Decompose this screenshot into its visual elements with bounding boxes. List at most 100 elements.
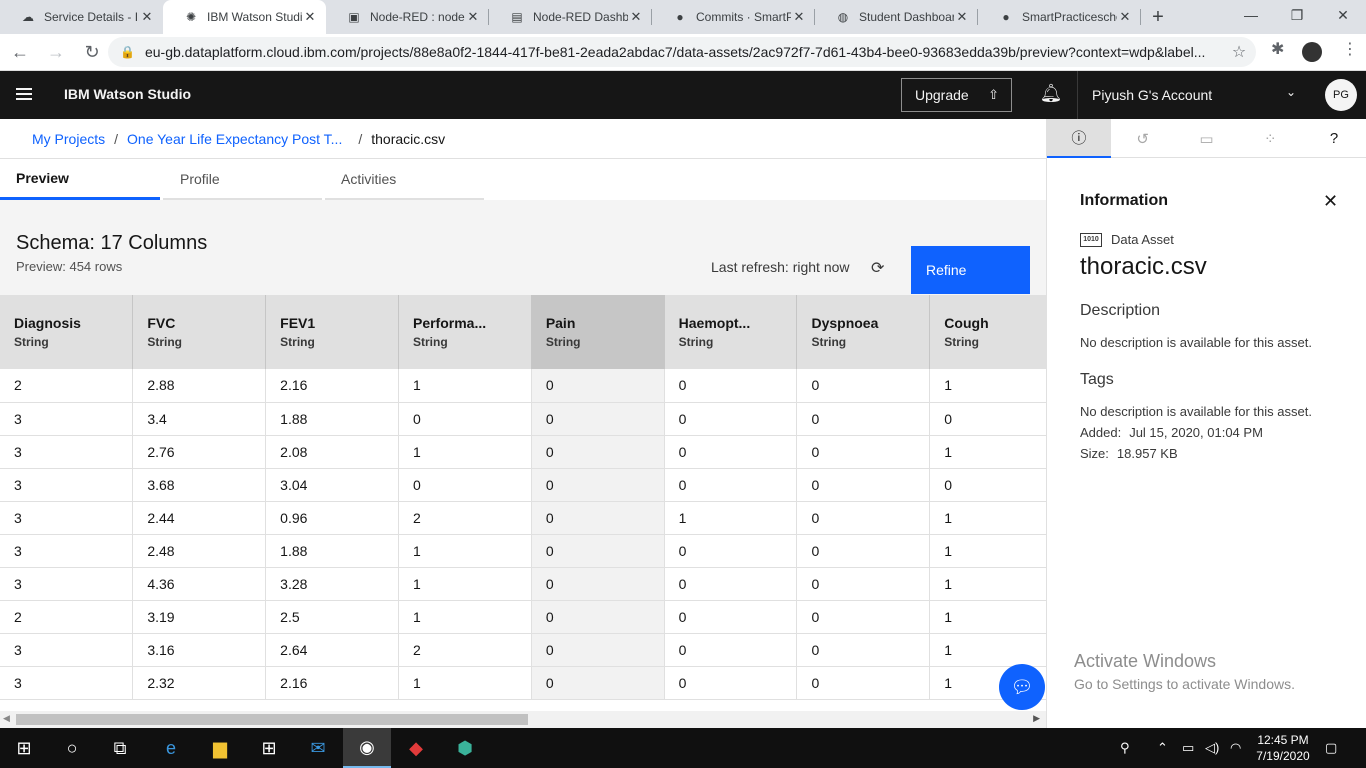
table-cell[interactable]: 0: [664, 534, 798, 568]
table-cell[interactable]: 0: [796, 600, 931, 634]
help-icon[interactable]: ?: [1302, 119, 1366, 158]
avatar[interactable]: PG: [1325, 79, 1357, 111]
column-header[interactable]: FEV1 String: [265, 295, 399, 369]
column-header[interactable]: Dyspnoea String: [796, 295, 931, 369]
forward-icon[interactable]: →: [40, 36, 72, 68]
table-cell[interactable]: 0: [796, 435, 931, 469]
browser-tab[interactable]: ◍ Student Dashboar ✕: [815, 0, 978, 34]
tray-chevron-icon[interactable]: ⌃: [1157, 740, 1168, 756]
file-explorer-icon[interactable]: ▆: [206, 734, 234, 762]
table-cell[interactable]: 0: [531, 501, 665, 535]
table-cell[interactable]: 2.64: [265, 633, 399, 667]
close-window-icon[interactable]: ✕: [1320, 0, 1366, 30]
column-header[interactable]: Haemopt... String: [664, 295, 798, 369]
table-cell[interactable]: 1: [929, 369, 1046, 403]
battery-icon[interactable]: ▭: [1182, 740, 1194, 756]
table-cell[interactable]: 2: [398, 633, 532, 667]
edge-icon[interactable]: e: [157, 734, 185, 762]
table-cell[interactable]: 2.76: [132, 435, 267, 469]
table-cell[interactable]: 1: [664, 501, 798, 535]
table-cell[interactable]: 0: [664, 468, 798, 502]
info-icon[interactable]: ⓘ: [1047, 119, 1111, 158]
table-cell[interactable]: 2.32: [132, 666, 267, 700]
table-cell[interactable]: 0: [664, 600, 798, 634]
table-cell[interactable]: 3.04: [265, 468, 399, 502]
table-cell[interactable]: 0: [531, 534, 665, 568]
upgrade-button[interactable]: Upgrade ⇧: [901, 78, 1012, 112]
mail-icon[interactable]: ✉: [304, 734, 332, 762]
close-tab-icon[interactable]: ✕: [302, 9, 318, 25]
table-cell[interactable]: 0: [796, 468, 931, 502]
table-cell[interactable]: 0: [929, 468, 1046, 502]
table-cell[interactable]: 1: [929, 567, 1046, 601]
notifications-bell-icon[interactable]: 🔔︎: [1037, 83, 1065, 107]
table-cell[interactable]: 0: [531, 402, 665, 436]
browser-tab[interactable]: ● SmartPracticescho ✕: [978, 0, 1141, 34]
system-clock[interactable]: 12:45 PM 7/19/2020: [1253, 732, 1313, 764]
git-icon[interactable]: ◆: [402, 734, 430, 762]
table-cell[interactable]: 1: [398, 567, 532, 601]
close-tab-icon[interactable]: ✕: [954, 9, 970, 25]
account-switcher[interactable]: Piyush G's Account: [1092, 87, 1212, 103]
search-icon[interactable]: ○: [58, 734, 86, 762]
table-cell[interactable]: 1: [929, 633, 1046, 667]
close-tab-icon[interactable]: ✕: [1117, 9, 1133, 25]
table-cell[interactable]: 3: [0, 567, 134, 601]
table-cell[interactable]: 0: [664, 633, 798, 667]
table-cell[interactable]: 0: [796, 534, 931, 568]
table-cell[interactable]: 0: [664, 369, 798, 403]
hamburger-menu-icon[interactable]: [16, 88, 32, 102]
table-cell[interactable]: 3.28: [265, 567, 399, 601]
table-cell[interactable]: 0: [796, 501, 931, 535]
table-cell[interactable]: 0: [531, 666, 665, 700]
tab-activities[interactable]: Activities: [325, 159, 484, 200]
table-cell[interactable]: 3: [0, 501, 134, 535]
browser-tab[interactable]: ● Commits · SmartPr ✕: [652, 0, 815, 34]
table-cell[interactable]: 0: [929, 402, 1046, 436]
table-cell[interactable]: 3: [0, 402, 134, 436]
table-cell[interactable]: 1: [929, 600, 1046, 634]
browser-tab[interactable]: ▣ Node-RED : node- ✕: [326, 0, 489, 34]
table-cell[interactable]: 2.16: [265, 666, 399, 700]
table-cell[interactable]: 1: [398, 534, 532, 568]
back-icon[interactable]: ←: [4, 36, 36, 68]
table-cell[interactable]: 0: [531, 567, 665, 601]
column-header[interactable]: FVC String: [132, 295, 267, 369]
scrollbar-thumb[interactable]: [16, 714, 528, 725]
table-cell[interactable]: 0.96: [265, 501, 399, 535]
browser-tab[interactable]: ✺ IBM Watson Studio ✕: [163, 0, 326, 34]
refine-button[interactable]: Refine: [911, 246, 1030, 294]
table-cell[interactable]: 3.4: [132, 402, 267, 436]
close-icon[interactable]: ✕: [1323, 191, 1338, 212]
table-cell[interactable]: 0: [664, 435, 798, 469]
table-cell[interactable]: 3.68: [132, 468, 267, 502]
table-cell[interactable]: 1: [929, 534, 1046, 568]
table-cell[interactable]: 0: [796, 666, 931, 700]
horizontal-scrollbar[interactable]: ◀ ▶: [0, 711, 1046, 728]
table-cell[interactable]: 2.08: [265, 435, 399, 469]
table-cell[interactable]: 2: [398, 501, 532, 535]
new-tab-icon[interactable]: +: [1141, 0, 1175, 34]
bookmark-star-icon[interactable]: ☆: [1222, 42, 1256, 62]
table-cell[interactable]: 2.5: [265, 600, 399, 634]
table-cell[interactable]: 0: [664, 402, 798, 436]
table-cell[interactable]: 3: [0, 666, 134, 700]
table-cell[interactable]: 2.16: [265, 369, 399, 403]
table-cell[interactable]: 1: [398, 666, 532, 700]
profile-avatar-icon[interactable]: [1302, 42, 1322, 62]
table-cell[interactable]: 2: [0, 600, 134, 634]
app-brand[interactable]: IBM Watson Studio: [64, 86, 191, 102]
breadcrumb-my-projects[interactable]: My Projects: [32, 131, 105, 147]
table-cell[interactable]: 0: [531, 435, 665, 469]
table-cell[interactable]: 3: [0, 633, 134, 667]
column-header[interactable]: Performa... String: [398, 295, 532, 369]
restore-icon[interactable]: ❐: [1274, 0, 1320, 30]
table-cell[interactable]: 2.48: [132, 534, 267, 568]
extensions-icon[interactable]: ✱: [1271, 39, 1284, 59]
url-field[interactable]: 🔒 eu-gb.dataplatform.cloud.ibm.com/proje…: [108, 37, 1256, 67]
table-cell[interactable]: 3.19: [132, 600, 267, 634]
lineage-icon[interactable]: ⁘: [1238, 119, 1302, 158]
table-cell[interactable]: 0: [796, 402, 931, 436]
table-cell[interactable]: 0: [796, 567, 931, 601]
table-cell[interactable]: 0: [531, 369, 665, 403]
